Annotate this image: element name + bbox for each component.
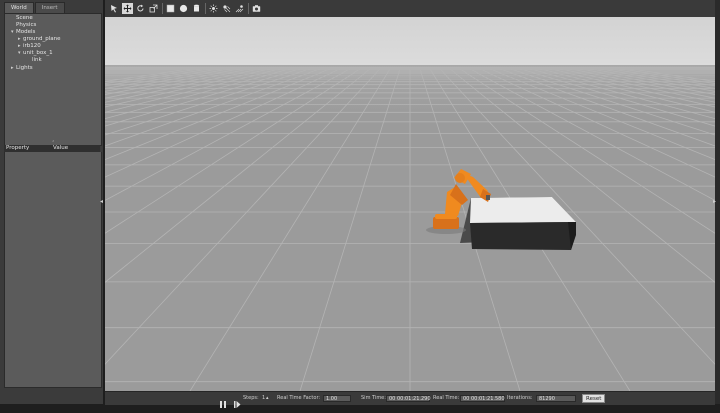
iterations-field: 81290 <box>536 395 576 402</box>
collapse-arrow-icon[interactable]: ▸ <box>18 36 21 43</box>
steps-spinner-icon[interactable]: ▴ <box>266 395 269 402</box>
spot-light-icon[interactable] <box>221 3 232 14</box>
toolbar-separator <box>248 3 249 14</box>
simulation-status-bar: Steps: 1 ▴ Real Time Factor: 1.00 Sim Ti… <box>105 391 715 408</box>
properties-header: Property Value <box>4 145 100 152</box>
tab-world[interactable]: World <box>4 2 34 13</box>
toolbar-separator <box>205 3 206 14</box>
tree-item-lights[interactable]: Lights <box>16 65 33 72</box>
sim-time-field: 00 00:01:21.290 <box>386 395 431 402</box>
translate-icon[interactable] <box>122 3 133 14</box>
steps-value[interactable]: 1 <box>262 395 265 402</box>
tree-item-irb120[interactable]: irb120 <box>23 43 41 50</box>
expand-arrow-icon[interactable]: ▾ <box>11 29 14 36</box>
right-gutter: ▸ <box>713 0 720 404</box>
sky <box>105 17 715 67</box>
panel-tabs: World Insert <box>4 2 65 13</box>
rtf-label: Real Time Factor: <box>277 395 321 401</box>
tree-item-unit-box[interactable]: unit_box_1 <box>23 50 53 57</box>
select-icon[interactable] <box>109 3 120 14</box>
scene-viewport[interactable] <box>105 17 715 391</box>
rtf-field: 1.00 <box>323 395 351 402</box>
tree-item-models[interactable]: Models <box>16 29 35 36</box>
tree-item-physics[interactable]: Physics <box>16 22 36 29</box>
collapse-arrow-icon[interactable]: ▸ <box>11 65 14 72</box>
world-tree: Scene Physics ▾ Models ▸ ground_plane ▸ … <box>4 13 102 146</box>
tab-insert[interactable]: Insert <box>34 2 65 13</box>
tree-item-ground-plane[interactable]: ground_plane <box>23 36 60 43</box>
tree-item-link[interactable]: link <box>32 57 42 64</box>
left-panel: World Insert Scene Physics ▾ Models ▸ gr… <box>0 0 103 404</box>
point-light-icon[interactable] <box>208 3 219 14</box>
pause-icon[interactable] <box>219 394 227 408</box>
steps-label: Steps: <box>243 395 259 401</box>
real-time-label: Real Time: <box>433 395 460 401</box>
value-column-header: Value <box>53 145 69 151</box>
real-time-field: 00 00:01:21.580 <box>460 395 505 402</box>
reset-button[interactable]: Reset <box>582 394 606 403</box>
collapse-right-panel-icon[interactable]: ▸ <box>713 198 716 205</box>
screenshot-icon[interactable] <box>251 3 262 14</box>
toolbar-separator <box>162 3 163 14</box>
iterations-label: Iterations: <box>507 395 533 401</box>
sphere-icon[interactable] <box>178 3 189 14</box>
properties-table <box>4 152 102 388</box>
scene-render <box>105 17 715 391</box>
tree-item-scene[interactable]: Scene <box>16 15 33 22</box>
directional-light-icon[interactable] <box>234 3 245 14</box>
toolbar <box>105 0 715 18</box>
scale-icon[interactable] <box>148 3 159 14</box>
unit-box[interactable] <box>460 197 576 250</box>
cylinder-icon[interactable] <box>191 3 202 14</box>
property-column-header: Property <box>6 145 30 151</box>
box-icon[interactable] <box>165 3 176 14</box>
collapse-left-panel-icon[interactable]: ◂ <box>100 198 103 205</box>
sim-time-label: Sim Time: <box>361 395 386 401</box>
rotate-icon[interactable] <box>135 3 146 14</box>
step-icon[interactable] <box>233 394 241 408</box>
expand-arrow-icon[interactable]: ▾ <box>18 50 21 57</box>
collapse-arrow-icon[interactable]: ▸ <box>18 43 21 50</box>
